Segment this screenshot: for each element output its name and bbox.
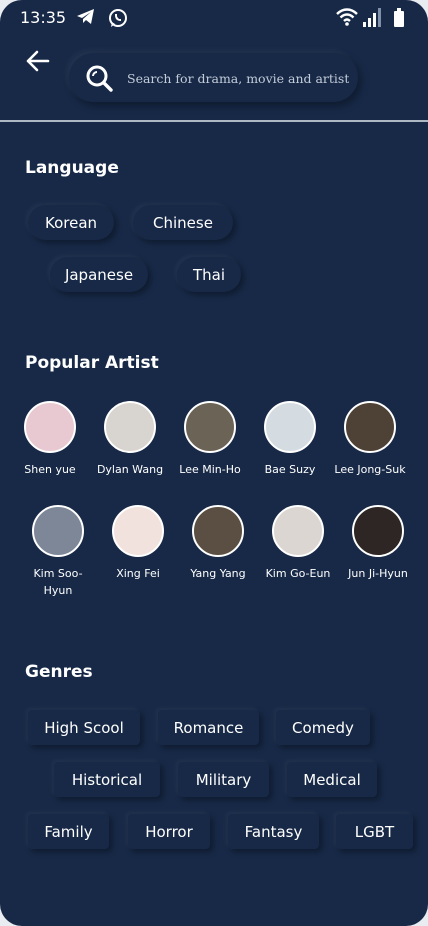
avatar [184,401,236,453]
language-chip-korean[interactable]: Korean [28,205,114,240]
avatar [272,505,324,557]
artist-name: Dylan Wang [96,463,164,476]
search-bar[interactable] [69,53,358,102]
battery-icon [394,8,404,27]
avatar [192,505,244,557]
genre-chip-military[interactable]: Military [178,762,269,797]
artist-name: Lee Min-Ho [179,463,241,476]
status-bar: 13:35 [0,0,428,36]
genre-chip-historical[interactable]: Historical [54,762,160,797]
artist-item[interactable]: Lee Jong-Suk [334,401,406,478]
artist-item[interactable]: Dylan Wang [94,401,166,478]
back-button[interactable] [24,48,52,74]
genre-chip-high-scool[interactable]: High Scool [28,710,140,745]
search-input[interactable] [127,65,349,91]
search-icon[interactable] [85,64,113,92]
artist-item[interactable]: Kim Soo-Hyun [22,505,94,599]
artist-name: Lee Jong-Suk [334,463,406,476]
avatar [264,401,316,453]
artist-name: Jun Ji-Hyun [348,567,408,580]
screen: 13:35 Search for drama, movie and artist… [0,0,428,926]
avatar [352,505,404,557]
genres-title: Genres [25,662,93,682]
language-chip-japanese[interactable]: Japanese [50,257,148,292]
genre-chip-family[interactable]: Family [28,814,109,849]
popular-artist-title: Popular Artist [25,353,159,373]
avatar [24,401,76,453]
genre-chip-lgbt[interactable]: LGBT [336,814,413,849]
genre-chip-fantasy[interactable]: Fantasy [228,814,319,849]
artist-item[interactable]: Bae Suzy [254,401,326,478]
avatar [112,505,164,557]
avatar [344,401,396,453]
artist-name: Kim Go-Eun [265,567,331,580]
artist-item[interactable]: Jun Ji-Hyun [342,505,414,582]
header-divider [0,120,428,122]
genre-chip-medical[interactable]: Medical [287,762,377,797]
artist-name: Shen yue [24,463,76,476]
artist-item[interactable]: Shen yue [14,401,86,478]
language-chip-chinese[interactable]: Chinese [133,205,233,240]
artist-item[interactable]: Lee Min-Ho [174,401,246,478]
artist-item[interactable]: Yang Yang [182,505,254,582]
artist-item[interactable]: Xing Fei [102,505,174,582]
avatar [104,401,156,453]
language-chip-thai[interactable]: Thai [177,257,241,292]
status-time: 13:35 [20,8,67,27]
wifi-icon [336,8,358,26]
avatar [32,505,84,557]
artist-name: Xing Fei [116,567,160,580]
telegram-icon [77,9,94,24]
genre-chip-horror[interactable]: Horror [128,814,210,849]
language-title: Language [25,158,119,178]
artist-name: Yang Yang [190,567,246,580]
artist-item[interactable]: Kim Go-Eun [262,505,334,582]
signal-icon [363,8,381,27]
artist-name: Bae Suzy [264,463,316,476]
artist-name: Kim Soo-Hyun [33,567,83,597]
genre-chip-comedy[interactable]: Comedy [276,710,370,745]
genre-chip-romance[interactable]: Romance [158,710,259,745]
whatsapp-icon [109,9,127,27]
arrow-left-icon [26,50,50,72]
